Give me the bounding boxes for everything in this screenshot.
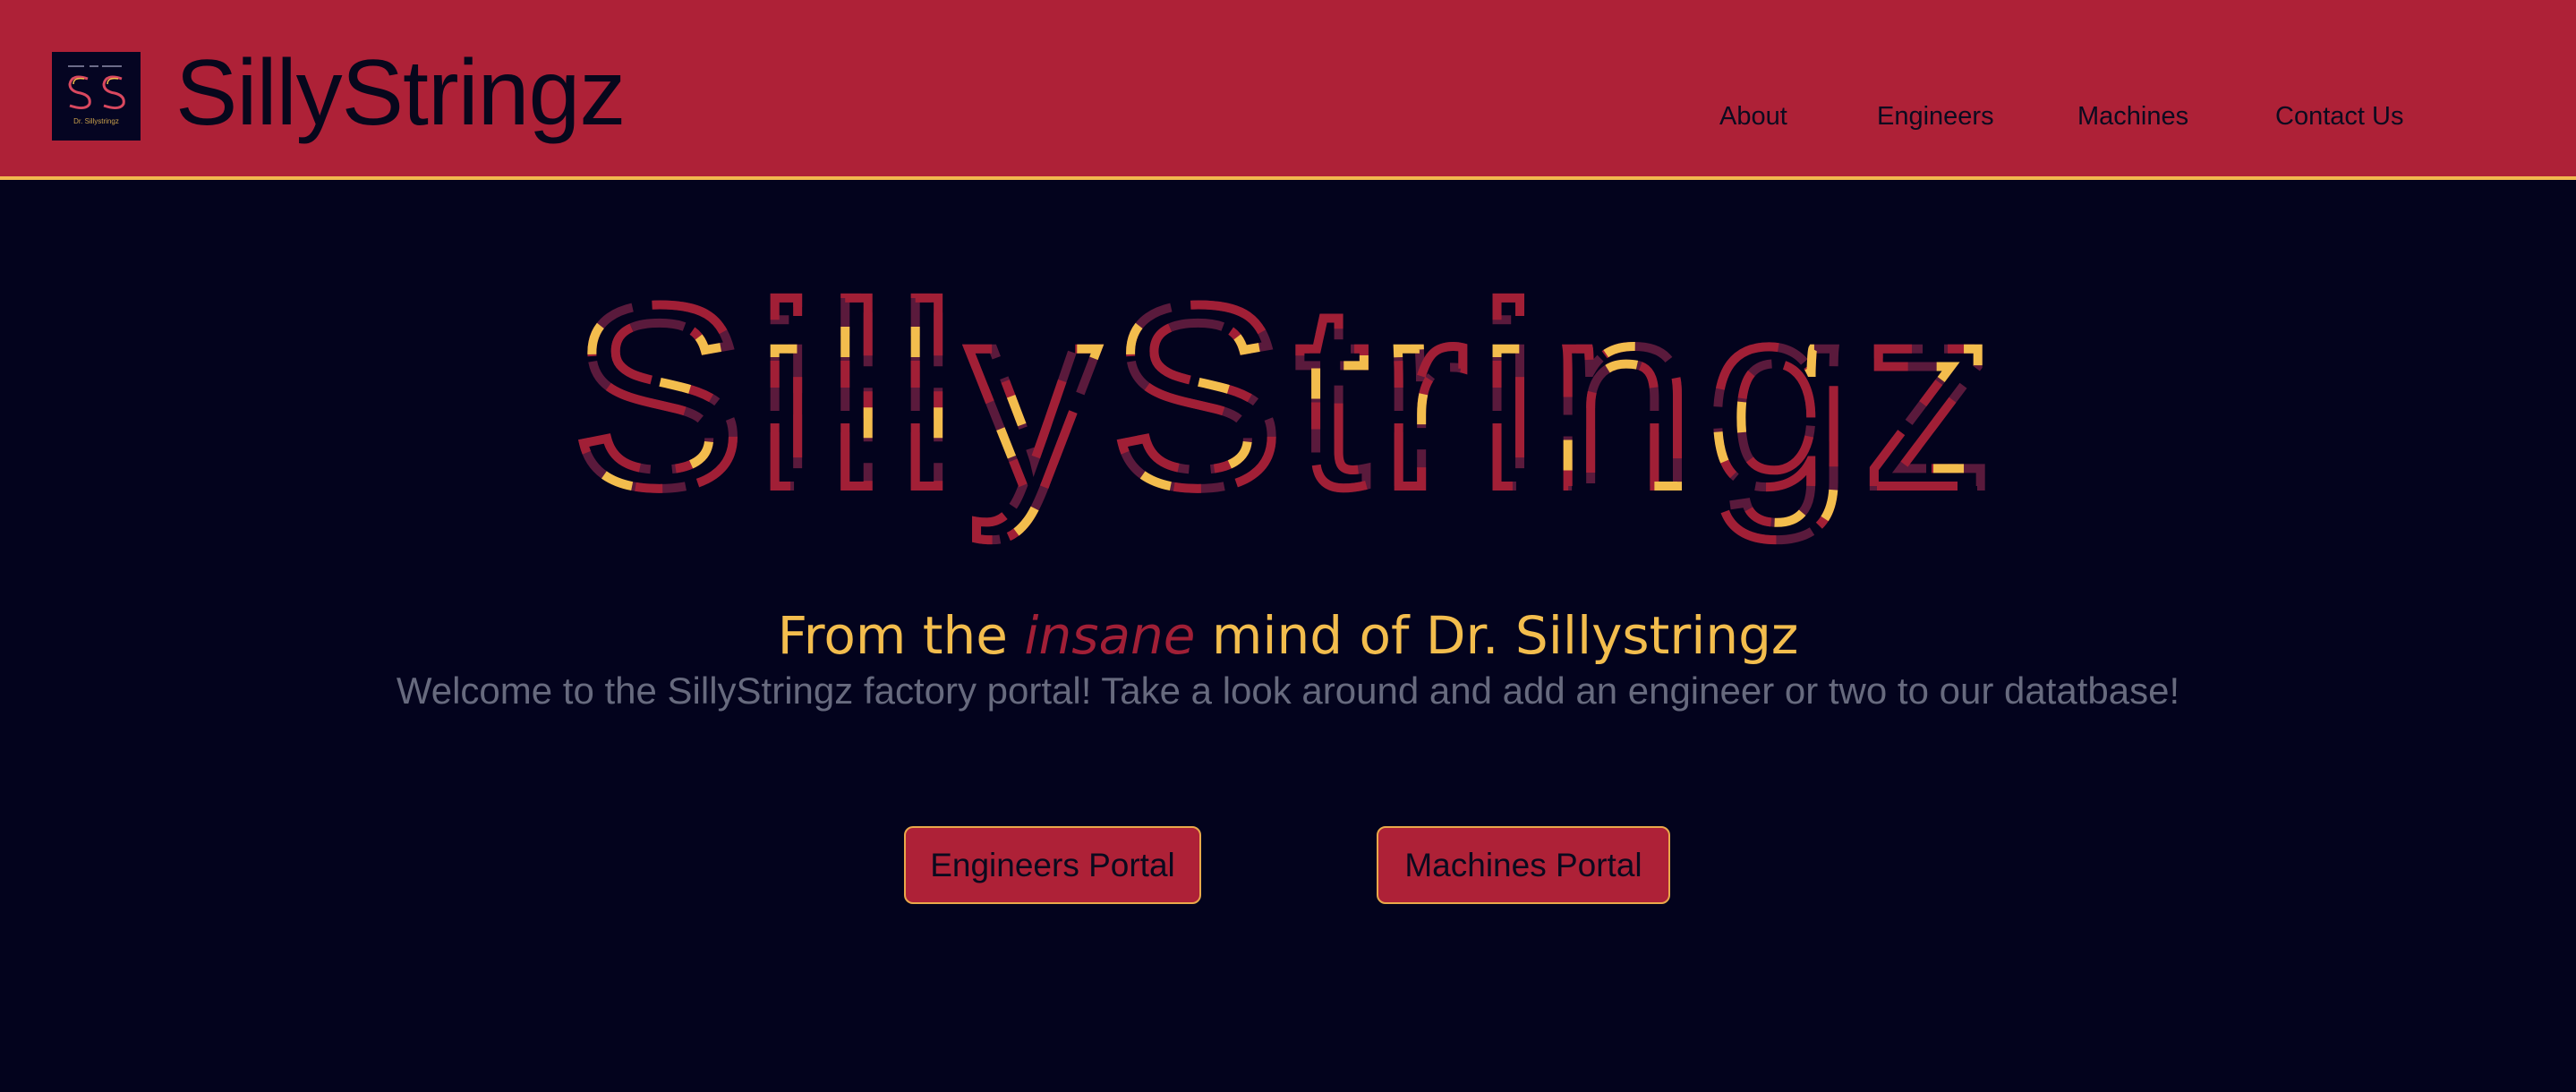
site-header: Dr. Sillystringz SillyStringz About Engi… — [0, 0, 2576, 180]
tagline-before: From the — [777, 605, 1008, 666]
nav-contact-us[interactable]: Contact Us — [2275, 98, 2403, 134]
engineers-portal-button[interactable]: Engineers Portal — [904, 826, 1201, 904]
nav-engineers[interactable]: Engineers — [1877, 98, 1994, 134]
hero-art-svg: SillyStringz SillyStringz SillyStringz — [567, 269, 2006, 547]
welcome-message: Welcome to the SillyStringz factory port… — [396, 670, 2180, 712]
nav-machines[interactable]: Machines — [2077, 98, 2188, 134]
machines-portal-button[interactable]: Machines Portal — [1377, 826, 1670, 904]
main-nav: About Engineers Machines Contact Us — [0, 98, 2576, 134]
tagline-after: mind of Dr. Sillystringz — [1211, 605, 1799, 666]
tagline-emphasis: insane — [1024, 605, 1196, 666]
hero-art-text-gold: SillyStringz — [572, 269, 2006, 542]
hero-string-art: SillyStringz SillyStringz SillyStringz — [537, 269, 2041, 555]
nav-about[interactable]: About — [1719, 98, 1787, 134]
hero-tagline: From the insane mind of Dr. Sillystringz — [0, 600, 2576, 671]
